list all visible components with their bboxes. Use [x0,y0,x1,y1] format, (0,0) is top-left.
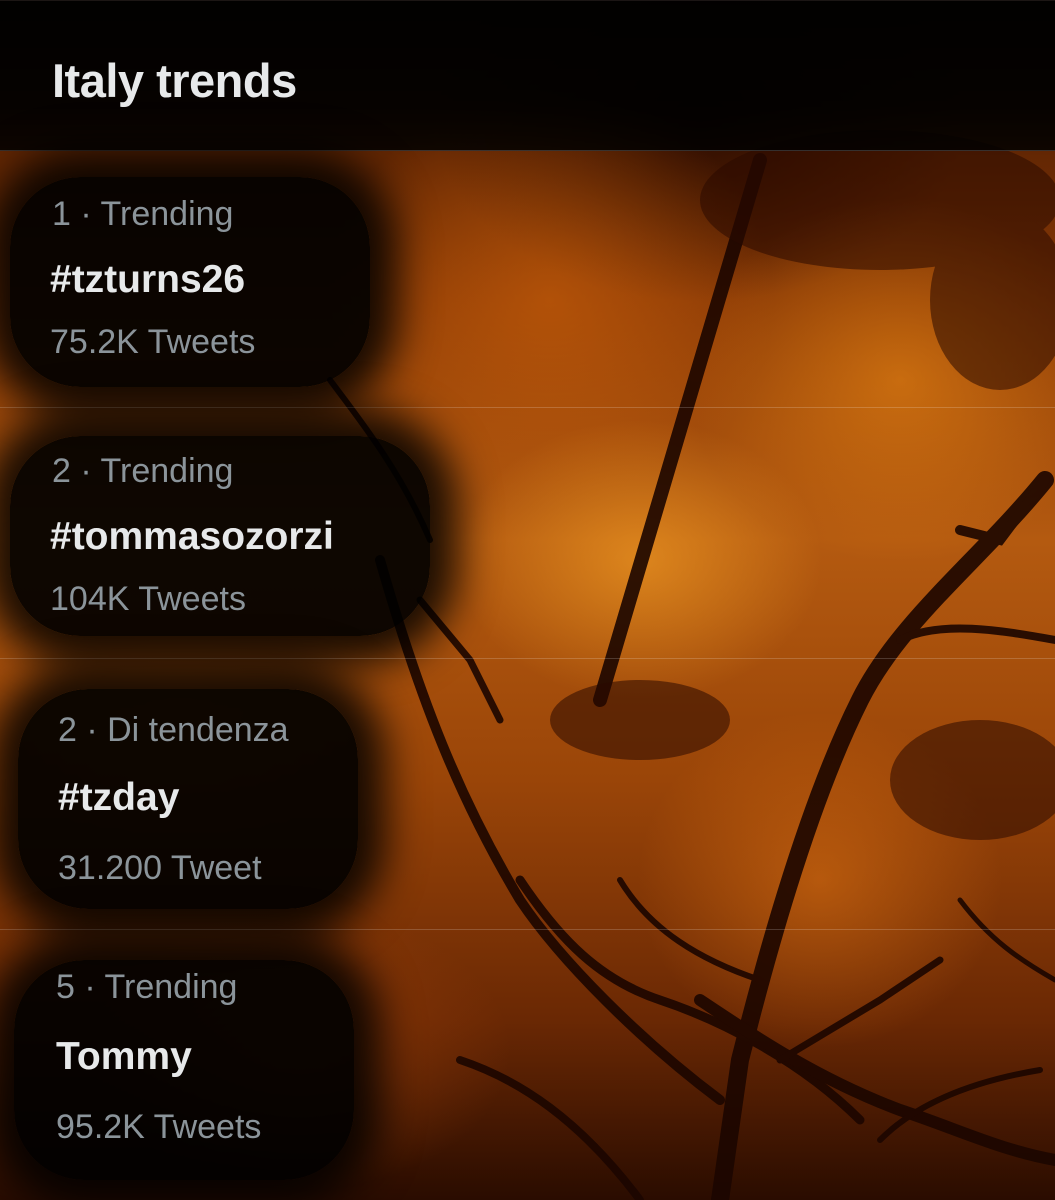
trend-tweet-count: 104K Tweets [50,580,246,618]
trend-item-3[interactable]: 2 · Di tendenza #tzday 31.200 Tweet [0,659,1055,929]
trend-item-4[interactable]: 5 · Trending Tommy 95.2K Tweets [0,930,1055,1200]
trend-tweet-count: 31.200 Tweet [58,849,262,887]
page-title: Italy trends [52,54,297,107]
trends-header: Italy trends [0,0,1055,151]
trend-meta: 1 · Trending [52,195,234,233]
trend-item-1[interactable]: 1 · Trending #tzturns26 75.2K Tweets [0,151,1055,407]
trend-tweet-count: 75.2K Tweets [50,323,256,361]
trend-meta: 5 · Trending [56,968,238,1006]
trend-tweet-count: 95.2K Tweets [56,1108,262,1146]
trend-name[interactable]: #tzday [58,776,179,820]
trend-name[interactable]: Tommy [56,1035,192,1079]
trend-meta: 2 · Trending [52,452,234,490]
trend-name[interactable]: #tommasozorzi [50,515,334,559]
trend-item-2[interactable]: 2 · Trending #tommasozorzi 104K Tweets [0,408,1055,658]
trend-name[interactable]: #tzturns26 [50,258,245,302]
trend-meta: 2 · Di tendenza [58,711,289,749]
